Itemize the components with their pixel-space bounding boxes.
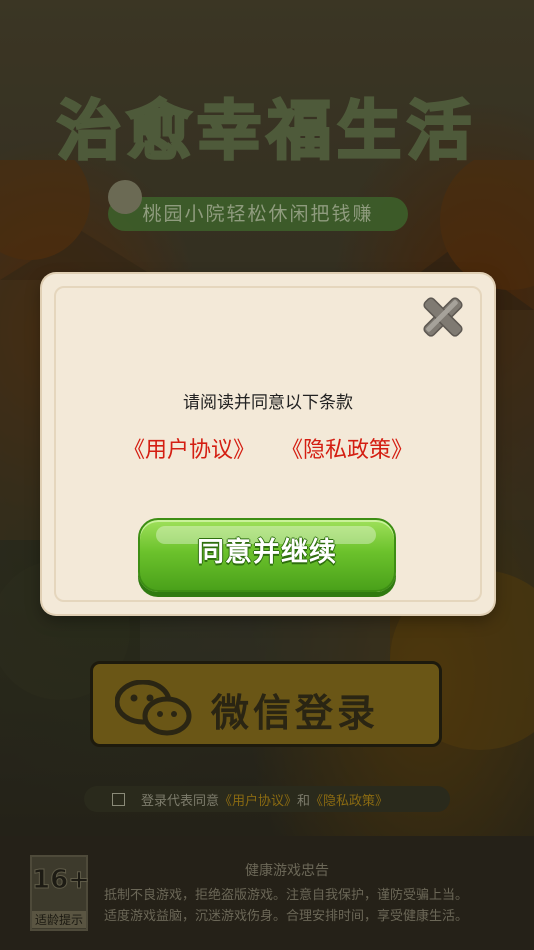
game-title: 治愈幸福生活 <box>56 94 477 171</box>
terms-dialog: 请阅读并同意以下条款 《用户协议》 《隐私政策》 同意并继续 <box>42 274 494 614</box>
wechat-icon <box>115 680 192 736</box>
agreement-text: 登录代表同意《用户协议》和《隐私政策》 <box>141 790 388 809</box>
agreement-checkbox[interactable] <box>112 793 125 806</box>
wechat-login-label: 微信登录 <box>211 691 380 735</box>
close-icon[interactable] <box>418 292 468 342</box>
agreement-and: 和 <box>297 794 311 809</box>
wechat-login-button[interactable]: 微信登录 <box>90 661 442 747</box>
agree-continue-label: 同意并继续 <box>197 537 337 568</box>
health-advice-line-1: 抵制不良游戏，拒绝盗版游戏。注意自我保护，谨防受骗上当。 <box>104 888 469 903</box>
privacy-policy-link[interactable]: 《隐私政策》 <box>281 432 413 464</box>
health-advice-line-2: 适度游戏益脑，沉迷游戏伤身。合理安排时间，享受健康生活。 <box>104 909 469 924</box>
agreement-prefix: 登录代表同意 <box>141 794 220 809</box>
privacy-policy-link-bg[interactable]: 《隐私政策》 <box>310 794 388 809</box>
age-rating-label: 适龄提示 <box>32 911 86 928</box>
health-advice-title: 健康游戏忠告 <box>245 863 329 879</box>
terms-links: 《用户协议》 《隐私政策》 <box>42 432 494 464</box>
agree-continue-button[interactable]: 同意并继续 <box>138 518 396 592</box>
user-agreement-link-bg[interactable]: 《用户协议》 <box>219 794 297 809</box>
user-agreement-link[interactable]: 《用户协议》 <box>123 432 255 464</box>
login-agreement-bar: 登录代表同意《用户协议》和《隐私政策》 <box>84 786 450 812</box>
game-subtitle: 桃园小院轻松休闲把钱赚 <box>142 203 374 225</box>
dialog-message: 请阅读并同意以下条款 <box>183 393 353 413</box>
